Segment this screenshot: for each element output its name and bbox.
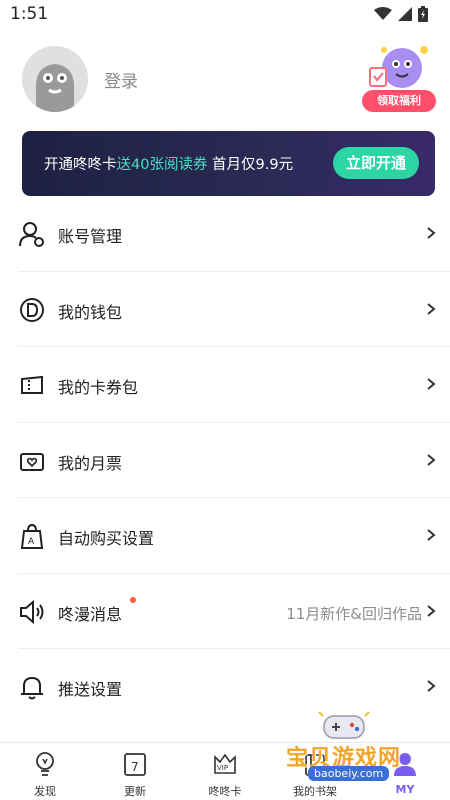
menu-item-auto-buy[interactable]: A 自动购买设置 <box>18 498 450 574</box>
tab-vip-card[interactable]: VIP 咚咚卡 <box>180 743 270 800</box>
message-preview: 11月新作&回归作品 <box>286 604 422 623</box>
wallet-icon <box>20 297 44 322</box>
default-avatar-icon <box>22 46 88 112</box>
gamepad-icon <box>318 711 370 739</box>
menu-item-label: 账号管理 <box>58 227 123 246</box>
chevron-right-icon <box>427 302 436 315</box>
battery-icon <box>418 6 428 22</box>
chevron-right-icon <box>427 378 436 390</box>
vip-promo-text: 开通咚咚卡送40张阅读券 首月仅9.9元 <box>44 153 293 174</box>
menu-item-monthly-ticket[interactable]: 我的月票 <box>18 423 450 498</box>
tab-label: 更新 <box>124 785 146 798</box>
menu-item-label: 自动购买设置 <box>58 529 155 548</box>
menu-item-label: 咚漫消息 <box>58 604 123 624</box>
status-icons <box>374 6 428 22</box>
vip-crown-icon: VIP <box>214 753 236 774</box>
menu-item-label: 推送设置 <box>58 680 123 699</box>
login-link[interactable]: 登录 <box>104 67 138 92</box>
chevron-right-icon <box>427 604 436 617</box>
speaker-icon <box>20 599 44 624</box>
vip-promo-highlight: 送40张阅读券 <box>116 157 208 173</box>
chevron-right-icon <box>427 529 436 541</box>
menu-item-wallet[interactable]: 我的钱包 <box>18 272 450 347</box>
svg-text:A: A <box>28 537 35 547</box>
tab-discover[interactable]: 发现 <box>0 743 90 800</box>
account-manage-icon <box>19 222 44 247</box>
chevron-right-icon <box>427 453 436 466</box>
coupon-icon <box>21 375 43 394</box>
calendar-icon: 7 <box>124 753 146 776</box>
auto-buy-icon: A <box>20 523 44 549</box>
monthly-ticket-icon <box>20 452 44 471</box>
vip-promo-part2: 首月仅9.9元 <box>207 157 294 173</box>
vip-badge-text: VIP <box>217 764 228 772</box>
tab-updates[interactable]: 7 更新 <box>90 743 180 800</box>
vip-open-button[interactable]: 立即开通 <box>333 147 419 179</box>
chevron-right-icon <box>427 680 436 692</box>
menu-item-messages[interactable]: 咚漫消息 11月新作&回归作品 <box>18 574 450 649</box>
chevron-right-icon <box>427 227 436 239</box>
calendar-day: 7 <box>131 760 139 774</box>
menu-item-account[interactable]: 账号管理 <box>18 196 450 272</box>
menu-item-label: 我的卡券包 <box>58 378 139 397</box>
unread-dot <box>130 596 136 603</box>
status-time: 1:51 <box>10 4 49 24</box>
mascot-gift-icon <box>369 46 428 88</box>
vip-banner[interactable]: 开通咚咚卡送40张阅读券 首月仅9.9元 立即开通 <box>22 131 435 196</box>
lightbulb-icon <box>36 752 54 776</box>
menu-item-coupons[interactable]: 我的卡券包 <box>18 347 450 423</box>
welfare-button[interactable]: 领取福利 <box>362 90 436 112</box>
settings-menu: 账号管理 我的钱包 我的卡券包 我的月票 A 自动购买设置 咚漫消息 11月新作… <box>0 196 450 725</box>
status-bar: 1:51 <box>0 0 450 28</box>
avatar[interactable] <box>22 46 88 112</box>
tab-label: 发现 <box>34 785 56 798</box>
menu-item-label: 我的钱包 <box>58 302 123 322</box>
menu-item-label: 我的月票 <box>58 453 123 473</box>
vip-promo-part1: 开通咚咚卡 <box>44 157 117 173</box>
watermark-url: baobeiy.com <box>308 766 390 781</box>
profile-header: 登录 领取福利 <box>0 40 450 120</box>
bell-icon <box>21 676 43 700</box>
signal-icon <box>398 7 412 21</box>
wifi-icon <box>374 7 392 20</box>
welfare-entry[interactable]: 领取福利 <box>362 42 436 112</box>
tab-label: 咚咚卡 <box>208 785 242 798</box>
site-watermark: 宝贝游戏网 baobeiy.com <box>280 706 430 791</box>
